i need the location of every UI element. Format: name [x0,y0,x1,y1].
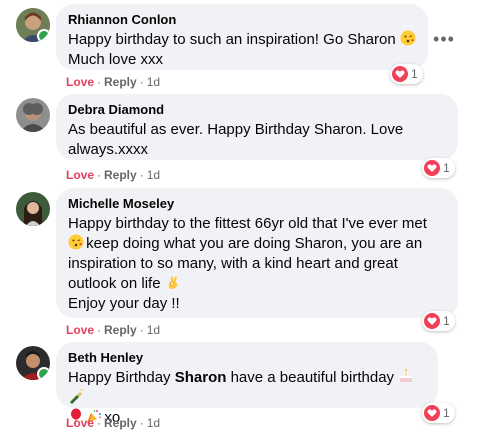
comment-actions: Love · Reply · 1d [66,322,160,338]
comment-actions: Love · Reply · 1d [66,74,160,90]
ok-hand-emoji-icon [165,274,179,289]
reaction-count-badge[interactable]: 1 [422,158,455,178]
separator: · [139,168,144,182]
comment-bubble: Michelle Moseley Happy birthday to the f… [56,188,458,318]
separator: · [97,168,102,182]
avatar[interactable] [16,98,50,132]
comment-author[interactable]: Beth Henley [68,350,426,366]
mention-link[interactable]: Sharon [175,369,227,386]
comment-text: As beautiful as ever. Happy Birthday Sha… [68,120,446,160]
comment-bubble: Rhiannon Conlon Happy birthday to such a… [56,4,428,70]
avatar[interactable] [16,346,50,380]
separator: · [97,323,102,337]
reply-link[interactable]: Reply [104,416,137,430]
comment-text: Happy birthday to the fittest 66yr old t… [68,214,446,314]
heart-icon [424,313,440,329]
love-link[interactable]: Love [66,168,94,182]
comment-text-line: Enjoy your day !! [68,295,180,312]
reaction-count: 1 [443,161,450,175]
comment-author[interactable]: Debra Diamond [68,102,446,118]
timestamp[interactable]: 1d [147,75,160,89]
timestamp[interactable]: 1d [147,416,160,430]
online-status-dot [37,29,50,42]
comment-text: Happy birthday to such an inspiration! G… [68,30,416,70]
avatar[interactable] [16,8,50,42]
comment-text-line: have a beautiful birthday [226,369,395,386]
comment-text-line: Much love xxx [68,51,164,68]
comment-text-line: keep doing what you are doing Sharon, yo… [86,235,423,252]
love-link[interactable]: Love [66,75,94,89]
comment-text-line: Happy birthday to such an inspiration! G… [68,31,396,48]
reaction-count: 1 [443,314,450,328]
separator: · [139,75,144,89]
reaction-count: 1 [411,67,418,81]
comment-bubble: Beth Henley Happy Birthday Sharon have a… [56,342,438,426]
comment-bubble: Debra Diamond As beautiful as ever. Happ… [56,94,458,160]
comment-text-line: always.xxxx [68,141,149,158]
reply-link[interactable]: Reply [104,168,137,182]
reply-link[interactable]: Reply [104,75,137,89]
reaction-count-badge[interactable]: 1 [390,64,423,84]
comment-text-line: inspiration to so many, with a kind hear… [68,255,398,272]
reply-link[interactable]: Reply [104,323,137,337]
kissing-face-emoji-icon [400,30,416,46]
ellipsis-icon[interactable]: ••• [432,27,456,51]
love-link[interactable]: Love [66,416,94,430]
separator: · [139,323,144,337]
birthday-cake-emoji-icon [398,368,413,382]
separator: · [97,75,102,89]
timestamp[interactable]: 1d [147,168,160,182]
comment-text-line: outlook on life [68,275,161,292]
comment-actions: Love · Reply · 1d [66,167,160,183]
online-status-dot [37,367,50,380]
comment-author[interactable]: Rhiannon Conlon [68,12,416,28]
kissing-face-emoji-icon [68,234,84,250]
reaction-count-badge[interactable]: 1 [422,311,455,331]
reaction-count-badge[interactable]: 1 [422,403,455,423]
avatar[interactable] [16,192,50,226]
separator: · [97,416,102,430]
comment-text-line: Happy Birthday [68,369,175,386]
love-link[interactable]: Love [66,323,94,337]
heart-icon [424,160,440,176]
avatar-image [16,192,50,226]
comment-text-line: Happy birthday to the fittest 66yr old t… [68,215,427,232]
separator: · [139,416,144,430]
champagne-bottle-emoji-icon [68,388,83,404]
heart-icon [392,66,408,82]
comment-actions: Love · Reply · 1d [66,415,160,431]
comment-text-line: As beautiful as ever. Happy Birthday Sha… [68,121,404,138]
heart-icon [424,405,440,421]
timestamp[interactable]: 1d [147,323,160,337]
reaction-count: 1 [443,406,450,420]
comment-author[interactable]: Michelle Moseley [68,196,446,212]
avatar-image [16,98,50,132]
